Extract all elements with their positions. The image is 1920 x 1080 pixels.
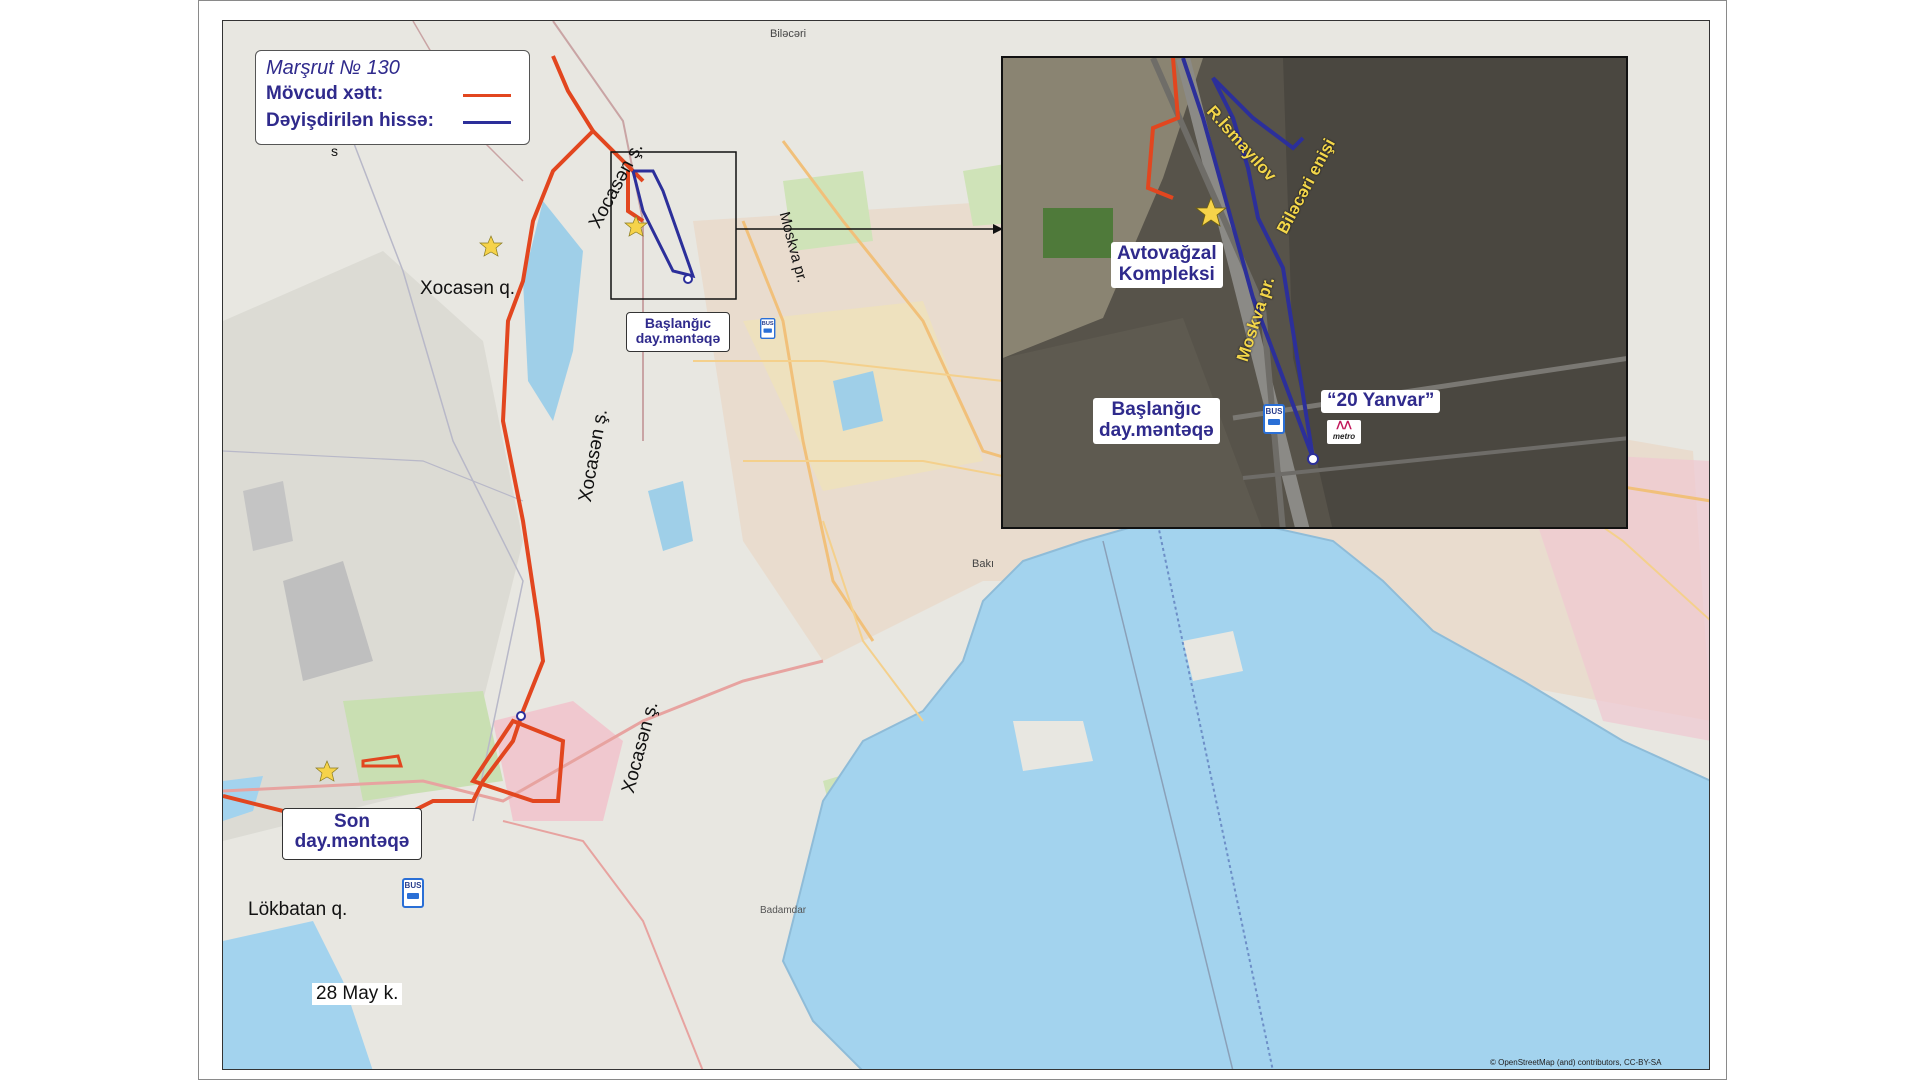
inset-avtovagzal-label: Avtovağzal Kompleksi (1111, 242, 1223, 288)
inset-satellite-view[interactable]: R.İsmayılov Biləcəri enişi Moskva pr. Av… (1001, 56, 1628, 529)
legend-title: Marşrut № 130 (266, 57, 519, 80)
start-callout-line1: Başlanğıc (644, 315, 712, 331)
inset-imagery (1003, 58, 1626, 527)
map-label-s: s (331, 143, 338, 159)
end-bus-icon-text: BUS (404, 881, 422, 890)
map-label-baki: Bakı (972, 558, 995, 570)
map-label-badamdar: Badamdar (760, 905, 807, 916)
end-bus-icon[interactable]: BUS (402, 878, 424, 908)
legend-existing-swatch (463, 94, 511, 97)
inset-start-line2: day.məntəqə (1099, 419, 1214, 441)
map-label-28-may: 28 May k. (312, 983, 403, 1005)
legend-changed-row: Dəyişdirilən hissə: (266, 110, 519, 134)
metro-logo-icon: ᐱᐱ metro (1327, 420, 1361, 444)
legend-existing-row: Mövcud xətt: (266, 83, 519, 107)
map-label-bilacari: Biləcəri (770, 28, 807, 40)
map-label-xocasen-q: Xocasən q. (420, 278, 516, 299)
map-attribution: © OpenStreetMap (and) contributors, CC-B… (1490, 1058, 1662, 1067)
end-stop-callout: Son day.məntəqə (282, 808, 422, 860)
inset-start-label: Başlanğıc day.məntəqə (1093, 398, 1220, 444)
inset-bus-icon[interactable]: BUS (1263, 404, 1285, 434)
end-callout-line2: day.məntəqə (294, 830, 410, 852)
start-callout-line2: day.məntəqə (635, 329, 721, 346)
map-label-lokbatan-q: Lökbatan q. (248, 899, 348, 920)
inset-avtovagzal-line1: Avtovağzal (1117, 243, 1217, 264)
map-legend: Marşrut № 130 Mövcud xətt: Dəyişdirilən … (255, 50, 530, 145)
legend-route-number: 130 (366, 57, 400, 79)
metro-logo-mark: ᐱᐱ (1336, 420, 1352, 432)
inset-start-line1: Başlanğıc (1111, 399, 1202, 420)
inset-avtovagzal-line2: Kompleksi (1118, 263, 1215, 285)
start-bus-icon-text: BUS (761, 320, 774, 327)
start-stop-callout: Başlanğıc day.məntəqə (626, 312, 730, 352)
legend-existing-label: Mövcud xətt: (266, 83, 384, 104)
inset-metro-station-label: “20 Yanvar” (1321, 390, 1441, 413)
start-bus-icon[interactable]: BUS (760, 318, 776, 339)
metro-logo-text: metro (1332, 432, 1356, 441)
end-callout-line1: Son (334, 811, 370, 832)
legend-title-prefix: Marşrut № (266, 57, 361, 79)
legend-changed-swatch (463, 121, 511, 124)
legend-changed-label: Dəyişdirilən hissə: (266, 110, 434, 131)
inset-bus-icon-text: BUS (1265, 407, 1283, 416)
